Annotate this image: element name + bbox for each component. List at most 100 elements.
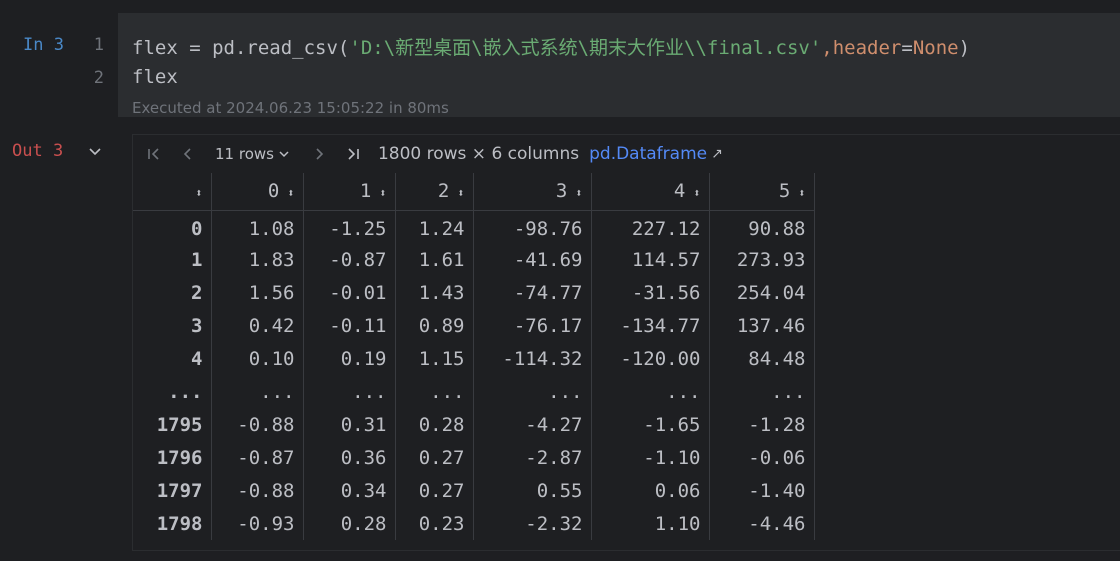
- dataframe-type-link[interactable]: pd.Dataframe: [589, 144, 707, 164]
- sort-icon[interactable]: ⬍: [693, 186, 700, 200]
- table-cell[interactable]: -4.27: [473, 408, 592, 441]
- table-cell[interactable]: 90.88: [709, 210, 815, 243]
- table-cell[interactable]: -98.76: [473, 210, 592, 243]
- table-cell[interactable]: -0.11: [303, 309, 396, 342]
- table-cell[interactable]: -0.01: [303, 276, 396, 309]
- sort-icon[interactable]: ⬍: [575, 186, 582, 200]
- table-cell[interactable]: 273.93: [709, 243, 815, 276]
- table-cell[interactable]: -120.00: [591, 342, 710, 375]
- table-cell[interactable]: -1.65: [591, 408, 710, 441]
- table-cell[interactable]: -31.56: [591, 276, 710, 309]
- code-line-2[interactable]: flex: [132, 66, 178, 88]
- previous-page-icon[interactable]: [177, 143, 199, 165]
- output-prompt: Out 3: [12, 141, 64, 161]
- input-prompt: In 3: [23, 35, 64, 55]
- table-cell[interactable]: 0.19: [303, 342, 396, 375]
- table-cell[interactable]: -2.32: [473, 507, 592, 540]
- table-cell[interactable]: ...: [709, 375, 815, 408]
- table-cell[interactable]: 114.57: [591, 243, 710, 276]
- table-cell[interactable]: -2.87: [473, 441, 592, 474]
- row-index-cell[interactable]: 1797: [133, 474, 212, 507]
- row-index-cell[interactable]: 4: [133, 342, 212, 375]
- sort-icon[interactable]: ⬍: [798, 186, 805, 200]
- table-cell[interactable]: -134.77: [591, 309, 710, 342]
- table-cell[interactable]: -0.87: [211, 441, 304, 474]
- table-cell[interactable]: 1.43: [395, 276, 474, 309]
- collapse-output-chevron-icon[interactable]: [86, 142, 104, 160]
- row-index-cell[interactable]: 1: [133, 243, 212, 276]
- rows-per-page-select[interactable]: 11 rows: [215, 145, 290, 163]
- row-index-cell[interactable]: 0: [133, 210, 212, 243]
- table-cell[interactable]: ...: [303, 375, 396, 408]
- column-header-index[interactable]: ⬍: [133, 173, 212, 211]
- sort-icon[interactable]: ⬍: [195, 186, 202, 200]
- table-cell[interactable]: 84.48: [709, 342, 815, 375]
- table-cell[interactable]: 1.83: [211, 243, 304, 276]
- table-cell[interactable]: -1.25: [303, 210, 396, 243]
- table-cell[interactable]: ...: [211, 375, 304, 408]
- first-page-icon[interactable]: [143, 143, 165, 165]
- table-cell[interactable]: 0.89: [395, 309, 474, 342]
- table-cell[interactable]: -0.87: [303, 243, 396, 276]
- sort-icon[interactable]: ⬍: [287, 186, 294, 200]
- last-page-icon[interactable]: [342, 143, 364, 165]
- table-cell[interactable]: 137.46: [709, 309, 815, 342]
- table-cell[interactable]: -4.46: [709, 507, 815, 540]
- table-cell[interactable]: 0.27: [395, 441, 474, 474]
- table-cell[interactable]: 1.24: [395, 210, 474, 243]
- row-index-cell[interactable]: 2: [133, 276, 212, 309]
- table-cell[interactable]: 1.08: [211, 210, 304, 243]
- column-header[interactable]: 5 ⬍: [709, 173, 815, 211]
- table-cell[interactable]: 0.28: [303, 507, 396, 540]
- table-row: 1 1.83 -0.87 1.61 -41.69 114.57 273.93: [133, 243, 815, 276]
- table-cell[interactable]: ...: [591, 375, 710, 408]
- next-page-icon[interactable]: [308, 143, 330, 165]
- row-index-cell[interactable]: 3: [133, 309, 212, 342]
- row-index-cell[interactable]: ...: [133, 375, 212, 408]
- table-row: 1798 -0.93 0.28 0.23 -2.32 1.10 -4.46: [133, 507, 815, 540]
- table-cell[interactable]: 0.23: [395, 507, 474, 540]
- table-cell[interactable]: 227.12: [591, 210, 710, 243]
- table-cell[interactable]: -76.17: [473, 309, 592, 342]
- table-cell[interactable]: -1.10: [591, 441, 710, 474]
- column-header[interactable]: 3 ⬍: [473, 173, 592, 211]
- table-cell[interactable]: 0.34: [303, 474, 396, 507]
- table-cell[interactable]: -1.28: [709, 408, 815, 441]
- external-link-icon[interactable]: ↗: [711, 146, 723, 162]
- code-cell[interactable]: flex = pd.read_csv('D:\新型桌面\嵌入式系统\期末大作业\…: [118, 13, 1120, 117]
- table-cell[interactable]: 1.15: [395, 342, 474, 375]
- table-cell[interactable]: 254.04: [709, 276, 815, 309]
- table-cell[interactable]: 0.42: [211, 309, 304, 342]
- column-header[interactable]: 4 ⬍: [591, 173, 710, 211]
- table-cell[interactable]: 0.28: [395, 408, 474, 441]
- row-index-cell[interactable]: 1798: [133, 507, 212, 540]
- table-cell[interactable]: -0.93: [211, 507, 304, 540]
- row-index-cell[interactable]: 1795: [133, 408, 212, 441]
- table-cell[interactable]: 0.36: [303, 441, 396, 474]
- table-cell[interactable]: 1.56: [211, 276, 304, 309]
- sort-icon[interactable]: ⬍: [379, 186, 386, 200]
- column-header[interactable]: 2 ⬍: [395, 173, 474, 211]
- row-index-cell[interactable]: 1796: [133, 441, 212, 474]
- table-cell[interactable]: 0.06: [591, 474, 710, 507]
- table-cell[interactable]: -0.88: [211, 408, 304, 441]
- column-header[interactable]: 1 ⬍: [303, 173, 396, 211]
- table-cell[interactable]: ...: [473, 375, 592, 408]
- table-cell[interactable]: 0.55: [473, 474, 592, 507]
- table-cell[interactable]: -41.69: [473, 243, 592, 276]
- code-line-1[interactable]: flex = pd.read_csv('D:\新型桌面\嵌入式系统\期末大作业\…: [132, 33, 970, 60]
- table-cell[interactable]: 0.10: [211, 342, 304, 375]
- table-cell[interactable]: 0.31: [303, 408, 396, 441]
- column-header[interactable]: 0 ⬍: [211, 173, 304, 211]
- table-cell[interactable]: 1.61: [395, 243, 474, 276]
- table-cell[interactable]: 0.27: [395, 474, 474, 507]
- table-cell[interactable]: -74.77: [473, 276, 592, 309]
- table-cell[interactable]: -0.88: [211, 474, 304, 507]
- table-row: 1795 -0.88 0.31 0.28 -4.27 -1.65 -1.28: [133, 408, 815, 441]
- table-cell[interactable]: ...: [395, 375, 474, 408]
- sort-icon[interactable]: ⬍: [457, 186, 464, 200]
- table-cell[interactable]: 1.10: [591, 507, 710, 540]
- table-cell[interactable]: -0.06: [709, 441, 815, 474]
- table-cell[interactable]: -114.32: [473, 342, 592, 375]
- table-cell[interactable]: -1.40: [709, 474, 815, 507]
